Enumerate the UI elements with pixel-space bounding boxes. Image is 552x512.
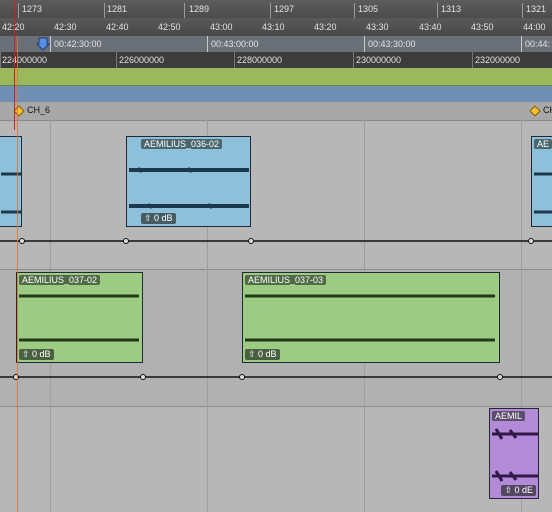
waveform bbox=[1, 210, 21, 214]
timecode-label: 43:00 bbox=[210, 22, 233, 32]
timecode-label: 44:00 bbox=[523, 22, 546, 32]
time-label: 00:43:30:00 bbox=[368, 39, 416, 49]
speaker-icon: ⇧ bbox=[22, 349, 33, 359]
waveform bbox=[534, 172, 552, 176]
playhead-line[interactable] bbox=[14, 0, 15, 130]
timecode-ruler[interactable]: 42:20 42:30 42:40 42:50 43:00 43:10 43:2… bbox=[0, 18, 552, 36]
time-label: 00:44: bbox=[525, 39, 551, 49]
time-label: 00:42:30:00 bbox=[54, 39, 102, 49]
bar-label: 1273 bbox=[22, 4, 43, 14]
volume-automation-line[interactable] bbox=[0, 374, 552, 380]
marker-label: CH bbox=[543, 105, 552, 115]
sample-tick bbox=[353, 52, 354, 68]
clip-gain[interactable]: ⇧ 0 dB bbox=[245, 349, 280, 360]
track-1[interactable] bbox=[0, 121, 552, 269]
clip-gain[interactable]: ⇧ 0 dB bbox=[141, 213, 176, 224]
sample-tick bbox=[472, 52, 473, 68]
timecode-label: 43:50 bbox=[471, 22, 494, 32]
timecode-label: 43:30 bbox=[366, 22, 389, 32]
waveform bbox=[19, 338, 139, 342]
sample-label: 230000000 bbox=[356, 55, 402, 65]
clip-name: AEMILIUS_037-02 bbox=[19, 275, 101, 285]
min-sec-ruler[interactable]: 00:42:30:00 00:43:00:00 00:43:30:00 00:4… bbox=[0, 36, 552, 52]
waveform bbox=[19, 294, 139, 298]
sample-label: 226000000 bbox=[119, 55, 165, 65]
timecode-label: 43:20 bbox=[314, 22, 337, 32]
time-tick bbox=[364, 36, 365, 52]
track-3[interactable] bbox=[0, 407, 552, 512]
bar-label: 1281 bbox=[107, 4, 128, 14]
bar-tick bbox=[184, 3, 185, 18]
track-divider bbox=[0, 406, 552, 407]
clip-gain[interactable]: ⇧ 0 dB bbox=[19, 349, 54, 360]
sample-label: 232000000 bbox=[475, 55, 521, 65]
bar-tick bbox=[270, 3, 271, 18]
time-tick bbox=[521, 36, 522, 52]
speaker-icon: ⇧ bbox=[144, 213, 155, 223]
tempo-ruler-band[interactable] bbox=[0, 68, 552, 86]
waveform bbox=[129, 202, 249, 210]
sample-tick bbox=[234, 52, 235, 68]
waveform bbox=[492, 470, 538, 482]
sample-tick bbox=[116, 52, 117, 68]
waveform bbox=[245, 338, 495, 342]
waveform bbox=[1, 172, 21, 176]
audio-clip-aemilius-036-02[interactable]: AEMILIUS_036-02 ⇧ 0 dB bbox=[126, 136, 251, 227]
audio-clip[interactable]: AE bbox=[531, 136, 552, 227]
bar-tick bbox=[18, 3, 19, 18]
bar-tick bbox=[437, 3, 438, 18]
sample-label: 228000000 bbox=[237, 55, 283, 65]
bar-ruler[interactable]: 1273 1281 1289 1297 1305 1313 1321 bbox=[0, 0, 552, 18]
marker-ruler[interactable]: CH_6 CH bbox=[0, 102, 552, 121]
clip-name: AEMIL bbox=[492, 411, 526, 421]
bar-label: 1313 bbox=[441, 4, 462, 14]
meter-ruler-band[interactable] bbox=[0, 86, 552, 103]
timecode-label: 43:10 bbox=[262, 22, 285, 32]
time-tick bbox=[207, 36, 208, 52]
track-divider bbox=[0, 269, 552, 270]
sample-tick bbox=[0, 52, 1, 68]
clip-gain[interactable]: ⇧ 0 dE bbox=[501, 485, 536, 496]
bar-label: 1321 bbox=[526, 4, 547, 14]
bar-label: 1305 bbox=[358, 4, 379, 14]
audio-clip-aemilius-037-02[interactable]: AEMILIUS_037-02 ⇧ 0 dB bbox=[16, 272, 143, 363]
timecode-label: 42:50 bbox=[158, 22, 181, 32]
bar-label: 1297 bbox=[274, 4, 295, 14]
waveform bbox=[129, 166, 249, 174]
timecode-label: 43:40 bbox=[419, 22, 442, 32]
clip-name: AEMILIUS_037-03 bbox=[245, 275, 327, 285]
timecode-label: 42:30 bbox=[54, 22, 77, 32]
speaker-icon: ⇧ bbox=[248, 349, 259, 359]
audio-clip-aemil[interactable]: AEMIL ⇧ 0 dE bbox=[489, 408, 539, 499]
marker-diamond-icon bbox=[13, 104, 25, 117]
waveform bbox=[492, 428, 538, 440]
time-label: 00:43:00:00 bbox=[211, 39, 259, 49]
edit-cursor-line[interactable] bbox=[17, 36, 18, 512]
audio-clip-aemilius-037-03[interactable]: AEMILIUS_037-03 ⇧ 0 dB bbox=[242, 272, 500, 363]
sample-label: 224000000 bbox=[2, 55, 48, 65]
speaker-icon: ⇧ bbox=[504, 485, 515, 495]
bar-tick bbox=[354, 3, 355, 18]
volume-automation-line[interactable] bbox=[0, 238, 552, 244]
clip-name: AE bbox=[534, 139, 552, 149]
marker-ch[interactable]: CH bbox=[529, 104, 552, 117]
bar-tick bbox=[104, 3, 105, 18]
playback-start-marker-icon[interactable] bbox=[36, 37, 50, 51]
bar-tick bbox=[522, 3, 523, 18]
time-tick bbox=[50, 36, 51, 52]
marker-label: CH_6 bbox=[27, 105, 51, 115]
marker-ch6[interactable]: CH_6 bbox=[13, 104, 51, 117]
clip-name: AEMILIUS_036-02 bbox=[141, 139, 223, 149]
audio-clip[interactable] bbox=[0, 136, 22, 227]
waveform bbox=[245, 294, 495, 298]
samples-ruler[interactable]: 224000000 226000000 228000000 230000000 … bbox=[0, 52, 552, 68]
marker-diamond-icon bbox=[529, 104, 541, 117]
waveform bbox=[534, 210, 552, 214]
timecode-label: 42:40 bbox=[106, 22, 129, 32]
bar-label: 1289 bbox=[189, 4, 210, 14]
